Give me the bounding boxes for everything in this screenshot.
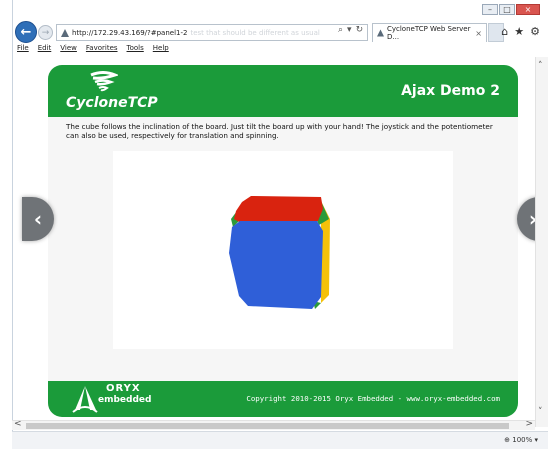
menu-item-help[interactable]: Help: [153, 44, 169, 56]
oryx-logo-bottom-text: embedded: [98, 395, 152, 405]
gear-icon[interactable]: ⚙: [530, 25, 540, 38]
scroll-left-icon[interactable]: <: [14, 419, 22, 429]
tab-close-icon[interactable]: ×: [475, 29, 482, 38]
oryx-logo-top-text: ORYX: [106, 383, 141, 394]
refresh-icon[interactable]: ↻: [356, 25, 364, 35]
home-icon[interactable]: ⌂: [501, 25, 508, 38]
zoom-level[interactable]: ⊕ 100% ▾: [504, 436, 538, 444]
search-icon[interactable]: ⌕: [338, 25, 343, 35]
zoom-value: 100%: [512, 436, 533, 444]
tab-title: CycloneTCP Web Server D...: [386, 25, 471, 41]
copyright-text: Copyright 2010-2015 Oryx Embedded - www.…: [246, 394, 500, 403]
horizontal-scroll-thumb[interactable]: [26, 423, 509, 429]
menu-item-view[interactable]: View: [60, 44, 77, 56]
address-url: http://172.29.43.169/?#panel1-2: [72, 28, 188, 37]
site-icon: [61, 28, 69, 37]
menu-item-file[interactable]: File: [17, 44, 29, 56]
menu-item-favorites[interactable]: Favorites: [86, 44, 118, 56]
tab-favicon-icon: [377, 29, 384, 37]
page-description: The cube follows the inclination of the …: [66, 122, 493, 140]
page-header: CycloneTCP Ajax Demo 2: [48, 65, 518, 117]
vertical-scrollbar[interactable]: ˄ ˅: [535, 57, 548, 427]
address-ghost-text: test that should be different as usual: [190, 28, 320, 37]
cube-canvas[interactable]: [113, 151, 453, 349]
menu-item-tools[interactable]: Tools: [127, 44, 144, 56]
window-caption-buttons: – □ ×: [482, 4, 540, 15]
cube-graphic: [229, 196, 330, 309]
forward-arrow-icon[interactable]: →: [38, 25, 53, 40]
menu-item-edit[interactable]: Edit: [38, 44, 52, 56]
navigation-bar: ← → http://172.29.43.169/?#panel1-2 test…: [12, 21, 548, 43]
toolbar-right: ⌂ ★ ⚙: [501, 25, 540, 38]
web-page: CycloneTCP Ajax Demo 2 The cube follows …: [48, 65, 518, 417]
horizontal-scrollbar[interactable]: < >: [12, 419, 535, 430]
logo-text: CycloneTCP: [66, 95, 158, 111]
page-footer: ORYX embedded Copyright 2010-2015 Oryx E…: [48, 381, 518, 417]
zoom-icon: ⊕: [504, 436, 510, 444]
star-icon[interactable]: ★: [514, 25, 524, 38]
zoom-dropdown-icon[interactable]: ▾: [534, 436, 538, 444]
cube-top-face: [234, 196, 323, 223]
page-title: Ajax Demo 2: [401, 83, 500, 99]
scroll-right-icon[interactable]: >: [525, 419, 533, 429]
scroll-up-icon[interactable]: ˄: [538, 61, 543, 71]
back-arrow-icon[interactable]: ←: [15, 21, 37, 43]
cube-front-face: [229, 221, 323, 309]
close-button[interactable]: ×: [516, 4, 540, 15]
scroll-down-icon[interactable]: ˅: [538, 407, 543, 417]
menu-bar: File Edit View Favorites Tools Help: [12, 44, 548, 56]
address-bar[interactable]: http://172.29.43.169/?#panel1-2 test tha…: [56, 24, 368, 41]
address-tools: ⌕ ▾ ↻: [338, 25, 363, 35]
dropdown-icon[interactable]: ▾: [347, 25, 352, 35]
cyclone-logo-icon: [90, 71, 118, 92]
status-bar: ⊕ 100% ▾: [12, 431, 548, 449]
tab-cyclonetcp[interactable]: CycloneTCP Web Server D... ×: [372, 23, 487, 42]
maximize-button[interactable]: □: [499, 4, 515, 15]
minimize-button[interactable]: –: [482, 4, 498, 15]
